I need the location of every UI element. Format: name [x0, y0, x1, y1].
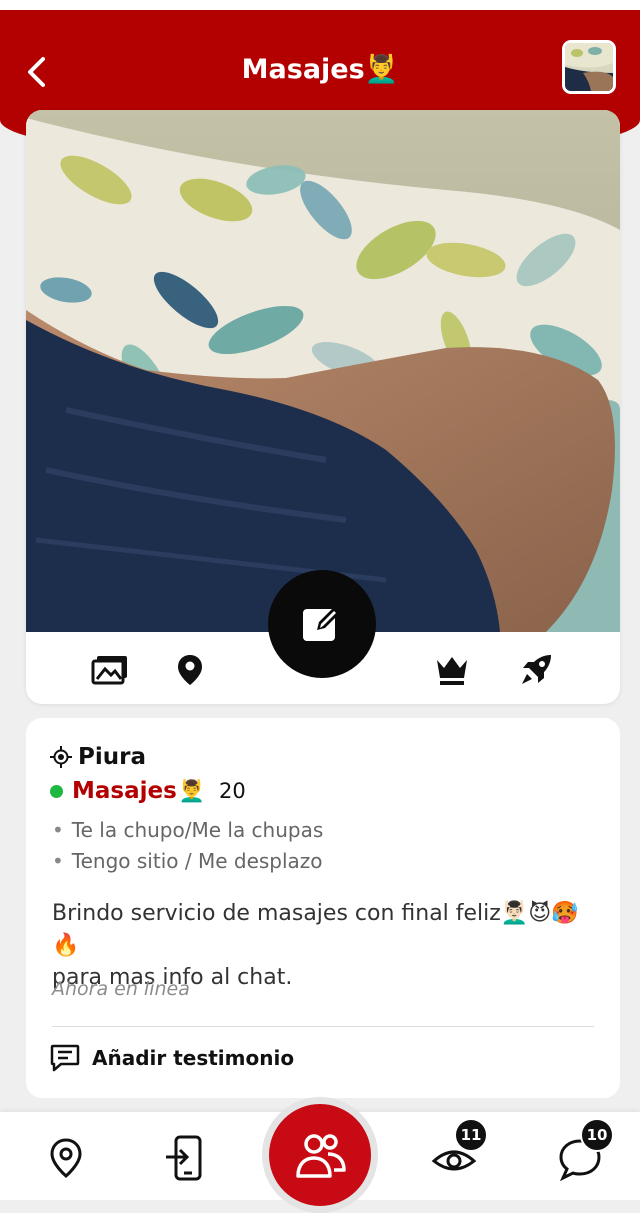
divider [52, 1026, 594, 1027]
users-icon [296, 1134, 346, 1178]
boost-button[interactable] [512, 646, 560, 694]
category-emoji: 💆‍♂️ [178, 778, 205, 803]
comment-icon [50, 1044, 80, 1072]
nav-phone-login[interactable] [154, 1128, 214, 1188]
online-indicator [50, 784, 63, 798]
category-name[interactable]: Masajes [72, 778, 177, 804]
category-row: Masajes 💆‍♂️ 20 [50, 778, 246, 804]
nav-chat[interactable]: 10 [550, 1118, 614, 1188]
profile-photo[interactable] [26, 110, 620, 632]
status-bar-area [0, 0, 640, 10]
add-testimonial-label: Añadir testimonio [92, 1046, 295, 1070]
location-button[interactable] [166, 646, 214, 694]
nav-users-button[interactable] [262, 1097, 378, 1213]
views-badge: 11 [454, 1118, 488, 1152]
bullet-icon: • [52, 818, 64, 842]
edit-button[interactable] [268, 570, 376, 678]
page-title: Masajes💆‍♂️ [0, 50, 640, 90]
tag-item: • Tengo sitio / Me desplazo [52, 849, 323, 873]
premium-button[interactable] [428, 646, 476, 694]
add-testimonial-button[interactable]: Añadir testimonio [50, 1044, 294, 1072]
edit-icon [303, 607, 340, 641]
profile-info-card: Piura Masajes 💆‍♂️ 20 • Te la chupo/Me la… [26, 718, 620, 1098]
avatar[interactable] [562, 40, 616, 94]
nav-views[interactable]: 11 [424, 1118, 488, 1188]
tag-item: • Te la chupo/Me la chupas [52, 818, 323, 842]
chat-badge: 10 [580, 1118, 614, 1152]
age-value: 20 [218, 779, 246, 803]
rocket-icon [522, 655, 551, 684]
city-row: Piura [50, 744, 146, 770]
nav-location[interactable] [36, 1128, 96, 1188]
gallery-icon [91, 656, 127, 685]
title-emoji: 💆‍♂️ [364, 54, 399, 85]
city-name: Piura [78, 744, 146, 770]
gallery-button[interactable] [86, 646, 134, 694]
avatar-image [565, 43, 613, 91]
bullet-icon: • [52, 849, 64, 873]
location-pin-icon [178, 655, 202, 685]
tag-text: Te la chupo/Me la chupas [71, 818, 324, 842]
description-line: Brindo servicio de masajes con final fel… [52, 901, 579, 958]
location-pin-icon [50, 1138, 82, 1178]
crosshair-location-icon [50, 746, 72, 768]
crown-icon [437, 657, 467, 685]
page-title-text: Masajes [241, 54, 365, 85]
tag-text: Tengo sitio / Me desplazo [71, 849, 323, 873]
phone-login-icon [166, 1135, 202, 1181]
online-status: Ahora en linea [52, 978, 190, 1000]
